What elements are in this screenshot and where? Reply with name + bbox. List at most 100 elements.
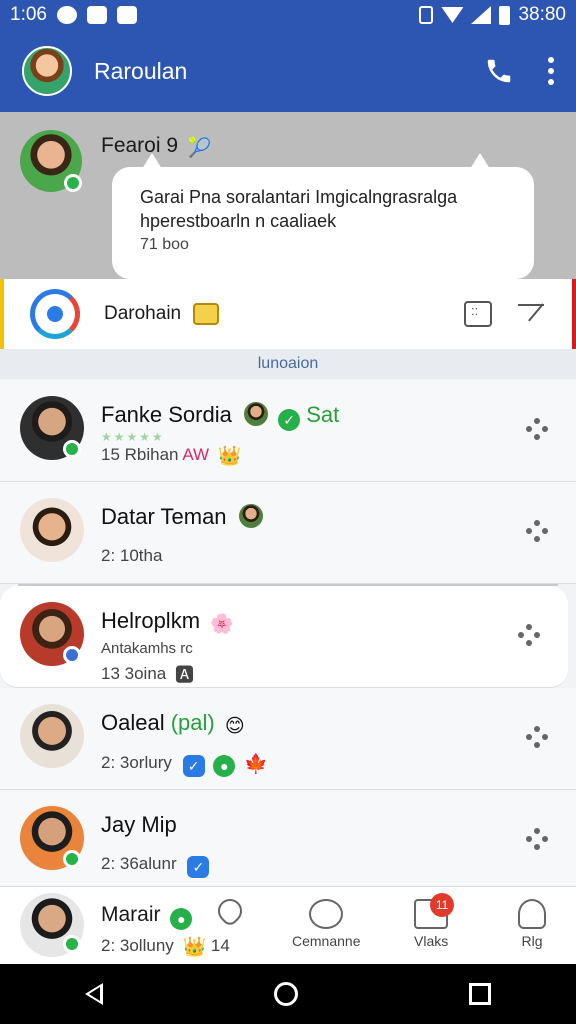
row-more-icon[interactable] [526, 418, 548, 440]
notification-overlay: Fearoi 9 🎾 Garai Pna soralantari Imgical… [0, 112, 576, 280]
online-indicator [63, 935, 81, 953]
crown-emoji: 👑 [217, 446, 242, 467]
my-name-text: Marair [101, 903, 161, 926]
tab-messages[interactable]: 11 Vlaks [414, 893, 455, 949]
section-label: lunoaion [0, 349, 576, 379]
tab-profile[interactable]: Rlg [518, 899, 546, 949]
avatar [20, 498, 84, 562]
avatar [20, 704, 84, 768]
status-time: 1:06 [10, 4, 47, 25]
contact-subtitle-text: 2: 3orlury [101, 753, 172, 772]
app-bar: Raroulan [0, 30, 576, 112]
channel-name: Darohain [104, 303, 182, 324]
unread-badge: 11 [430, 893, 455, 917]
online-indicator [63, 850, 81, 868]
contact-name-text: Datar Teman [101, 504, 227, 529]
contact-name-text: Fanke Sordia [101, 402, 232, 427]
smile-emoji: 😊 [224, 716, 245, 737]
list-item[interactable]: Jay Mip 2: 36alunr ✓ [0, 790, 576, 892]
app-title: Raroulan [94, 57, 188, 84]
row-more-icon[interactable] [526, 726, 548, 748]
tab-profile-label: Rlg [521, 933, 543, 949]
crown-emoji: 👑 [182, 937, 207, 958]
notification-sender-name: Fearoi 9 [101, 134, 179, 157]
channel-logo-icon [30, 289, 80, 339]
phone-icon[interactable] [484, 56, 514, 86]
notification-message-line2: hperestboarln n caaliaek [140, 211, 337, 231]
contact-subtitle-secondary: 13 3oina 🅰 [101, 660, 194, 687]
recents-icon[interactable] [468, 983, 491, 1005]
online-indicator [63, 440, 81, 458]
chat-bubble-icon [309, 899, 344, 929]
wifi-icon [441, 7, 464, 23]
more-options-icon[interactable] [548, 57, 554, 85]
status-bar: 1:06 38:80 [0, 0, 576, 30]
rating-stars: ★★★★★ [101, 430, 165, 444]
contact-subtitle: Antakamhs rc [101, 640, 193, 657]
chat-badge-icon: ● [213, 755, 236, 777]
list-item[interactable]: Datar Teman 2: 10tha [0, 482, 576, 584]
notification-time: 71 boo [140, 236, 189, 253]
profile-avatar[interactable] [22, 46, 72, 96]
my-name: Marair ● [101, 903, 193, 930]
sticker-icon [193, 303, 220, 325]
contact-subtitle-text: 2: 36alunr [101, 854, 177, 873]
tab-chats-label: Cemnanne [292, 933, 361, 949]
battery-icon [499, 5, 511, 25]
contact-tag: Sat [306, 402, 340, 427]
signal-icon [471, 6, 492, 24]
my-count: 14 [210, 936, 230, 955]
verified-icon: ✓ [187, 856, 210, 878]
my-subtitle-text: 2: 3olluny [101, 936, 174, 955]
row-more-icon[interactable] [526, 828, 548, 850]
heart-icon [213, 894, 247, 928]
list-item[interactable]: Fanke Sordia ✓ Sat ★★★★★ 15 Rbihan AW 👑 [0, 380, 576, 482]
notification-avatar [20, 130, 82, 192]
message-square-icon: 11 [414, 893, 455, 929]
notification-bubble[interactable]: Garai Pna soralantari Imgicalngrasralga … [112, 153, 534, 279]
notification-emoji: 🎾 [187, 138, 212, 159]
tab-messages-label: Vlaks [414, 933, 449, 949]
contact-subtitle: 2: 10tha [101, 546, 163, 565]
row-more-icon[interactable] [518, 624, 540, 646]
contact-name: Jay Mip [101, 812, 177, 837]
mini-avatar [243, 402, 268, 426]
emoji-icon[interactable] [464, 301, 492, 327]
list-item[interactable]: Helroplkm 🌸 Antakamhs rc 13 3oina 🅰 [0, 586, 568, 688]
contact-name: Fanke Sordia ✓ Sat [101, 402, 339, 431]
status-clock: 38:80 [518, 4, 566, 25]
home-icon[interactable] [273, 982, 298, 1006]
back-icon[interactable] [85, 983, 104, 1005]
notification-message-line1: Garai Pna soralantari Imgicalngrasralga [140, 187, 458, 207]
check-badge-icon: ✓ [278, 409, 301, 431]
list-item[interactable]: Oaleal (pal) 😊 2: 3orlury ✓ ● 🍁 [0, 688, 576, 790]
tab-chats[interactable]: Cemnanne [292, 899, 361, 949]
contact-name: Datar Teman [101, 504, 263, 530]
message-icon [116, 6, 137, 24]
notification-icon [56, 6, 77, 24]
online-indicator [64, 174, 82, 192]
mini-avatar [238, 504, 263, 528]
contact-subtitle: 15 Rbihan AW 👑 [101, 444, 241, 468]
contact-subtitle-secondary-text: 13 3oina [101, 664, 167, 683]
share-icon[interactable] [518, 304, 544, 324]
tab-favorites[interactable] [213, 894, 247, 931]
contact-name-text: Oaleal [101, 710, 165, 735]
row-more-icon[interactable] [526, 520, 548, 542]
system-navigation [0, 964, 576, 1024]
contact-subtitle: 2: 36alunr ✓ [101, 854, 210, 878]
contact-name-text: Helroplkm [101, 608, 201, 633]
contact-name: Oaleal (pal) 😊 [101, 710, 245, 738]
chat-badge-icon: ● [170, 908, 193, 930]
contact-subtitle-highlight: AW [182, 445, 210, 464]
channel-header[interactable]: Darohain [0, 279, 576, 349]
tag-emoji: 🅰 [174, 665, 194, 686]
verified-icon: ✓ [182, 755, 205, 777]
contact-tag: (pal) [170, 710, 215, 735]
contact-subtitle: 2: 3orlury ✓ ● 🍁 [101, 752, 268, 777]
contact-list: Fanke Sordia ✓ Sat ★★★★★ 15 Rbihan AW 👑 … [0, 380, 576, 892]
contact-name: Helroplkm 🌸 [101, 608, 234, 636]
away-indicator [63, 646, 81, 664]
photo-icon [86, 6, 107, 24]
person-icon [518, 899, 546, 929]
